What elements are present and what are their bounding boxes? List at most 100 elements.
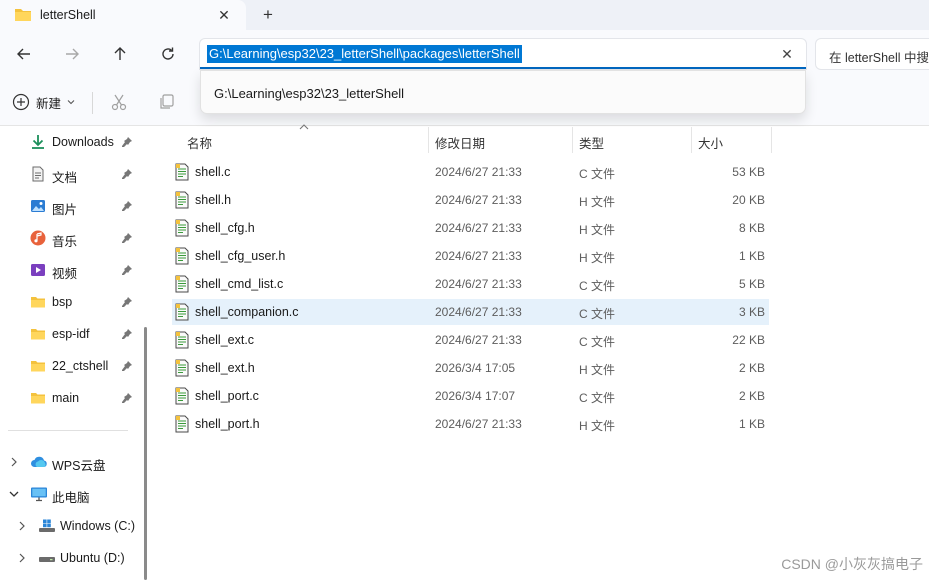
cut-icon[interactable] [109,92,129,112]
column-divider[interactable] [771,127,772,153]
file-size: 2 KB [738,361,765,375]
file-row-selected[interactable]: shell_companion.c 2024/6/27 21:33 C 文件 3… [172,299,769,325]
chevron-right-icon[interactable] [8,456,20,468]
file-modified: 2024/6/27 21:33 [435,305,522,319]
sidebar-item-bsp[interactable]: bsp [0,289,146,315]
sidebar-item-label: Windows (C:) [60,519,136,533]
back-button[interactable] [13,43,35,65]
sort-ascending-icon [299,124,309,130]
up-button[interactable] [109,43,131,65]
search-input[interactable]: 在 letterShell 中搜索 [829,47,929,66]
file-name: shell_port.h [195,417,260,431]
navigation-pane: Downloads 文档 图片 音乐 视频 bsp esp-idf 22_cts… [0,127,150,580]
code-file-icon [175,219,189,237]
column-divider[interactable] [572,127,573,153]
file-modified: 2024/6/27 21:33 [435,417,522,431]
windows-drive-icon [39,519,55,532]
sidebar-item-label: 音乐 [52,235,78,249]
new-tab-button[interactable]: + [258,5,278,25]
sidebar-item-main[interactable]: main [0,385,146,411]
address-suggestions: G:\Learning\esp32\23_letterShell [200,70,806,114]
file-row[interactable]: shell_cfg_user.h 2024/6/27 21:33 H 文件 1 … [172,243,769,269]
music-icon [30,230,46,246]
file-type: C 文件 [579,279,616,293]
address-input[interactable]: G:\Learning\esp32\23_letterShell\package… [207,45,522,63]
column-header-modified[interactable]: 修改日期 [435,127,485,153]
search-box[interactable]: 在 letterShell 中搜索 [816,39,929,69]
file-type: C 文件 [579,307,616,321]
folder-icon [31,393,45,404]
file-name: shell_ext.h [195,361,255,375]
code-file-icon [175,331,189,349]
sidebar-item-windows-c[interactable]: Windows (C:) [0,513,146,539]
sidebar-item-ubuntu-d[interactable]: Ubuntu (D:) [0,545,146,571]
sidebar-item-this-pc[interactable]: 此电脑 [0,481,146,507]
file-modified: 2024/6/27 21:33 [435,193,522,207]
chevron-down-icon [67,100,75,105]
pin-icon [122,169,132,179]
chevron-right-icon[interactable] [16,520,28,532]
file-type: H 文件 [579,419,616,433]
new-button-label: 新建 [36,96,62,111]
column-header-name[interactable]: 名称 [187,127,212,153]
pin-icon [122,361,132,371]
sidebar-item-pictures[interactable]: 图片 [0,193,146,219]
file-row[interactable]: shell.c 2024/6/27 21:33 C 文件 53 KB [172,159,769,185]
chevron-right-icon[interactable] [16,552,28,564]
file-row[interactable]: shell_ext.c 2024/6/27 21:33 C 文件 22 KB [172,327,769,353]
file-type: C 文件 [579,391,616,405]
sidebar-item-downloads[interactable]: Downloads [0,129,146,155]
tab-lettershell[interactable]: letterShell ✕ [0,0,246,30]
plus-circle-icon [12,93,30,111]
refresh-button[interactable] [157,43,179,65]
file-row[interactable]: shell.h 2024/6/27 21:33 H 文件 20 KB [172,187,769,213]
file-type: H 文件 [579,223,616,237]
sidebar-item-music[interactable]: 音乐 [0,225,146,251]
file-row[interactable]: shell_cmd_list.c 2024/6/27 21:33 C 文件 5 … [172,271,769,297]
file-row[interactable]: shell_ext.h 2026/3/4 17:05 H 文件 2 KB [172,355,769,381]
file-row[interactable]: shell_port.h 2024/6/27 21:33 H 文件 1 KB [172,411,769,437]
column-divider[interactable] [691,127,692,153]
column-divider[interactable] [428,127,429,153]
pin-icon [122,329,132,339]
code-file-icon [175,191,189,209]
file-modified: 2024/6/27 21:33 [435,249,522,263]
document-icon [32,166,44,182]
file-size: 1 KB [738,417,765,431]
file-row[interactable]: shell_port.c 2026/3/4 17:07 C 文件 2 KB [172,383,769,409]
clear-address-button[interactable]: ✕ [778,45,796,63]
file-modified: 2026/3/4 17:05 [435,361,516,375]
sidebar-divider [8,430,128,431]
file-modified: 2024/6/27 21:33 [435,165,522,179]
sidebar-item-label: main [52,391,80,405]
code-file-icon [175,387,189,405]
column-header-type[interactable]: 类型 [579,127,604,153]
toolbar-divider [92,92,93,114]
file-name: shell_port.c [195,389,259,403]
sidebar-item-wps-cloud[interactable]: WPS云盘 [0,449,146,475]
sidebar-item-documents[interactable]: 文档 [0,161,146,187]
sidebar-item-esp-idf[interactable]: esp-idf [0,321,146,347]
copy-icon[interactable] [157,92,177,112]
sidebar-scrollbar[interactable] [144,327,147,580]
column-header-row: 名称 修改日期 类型 大小 [155,124,929,153]
file-name: shell_cfg.h [195,221,255,235]
file-row[interactable]: shell_cfg.h 2024/6/27 21:33 H 文件 8 KB [172,215,769,241]
file-size: 8 KB [738,221,765,235]
pin-icon [122,297,132,307]
sidebar-item-videos[interactable]: 视频 [0,257,146,283]
column-header-size[interactable]: 大小 [698,127,723,153]
forward-button[interactable] [61,43,83,65]
address-bar[interactable]: G:\Learning\esp32\23_letterShell\package… [200,39,806,69]
chevron-down-icon[interactable] [8,488,20,500]
folder-icon [15,9,31,21]
suggestion-item[interactable]: G:\Learning\esp32\23_letterShell [214,86,404,101]
file-type: H 文件 [579,363,616,377]
sidebar-item-label: 视频 [52,267,78,281]
computer-icon [31,487,47,502]
close-tab-button[interactable]: ✕ [215,6,233,24]
file-size: 3 KB [738,305,765,319]
new-button[interactable]: 新建 [12,90,75,114]
sidebar-item-22-ctshell[interactable]: 22_ctshell [0,353,146,379]
file-modified: 2024/6/27 21:33 [435,277,522,291]
